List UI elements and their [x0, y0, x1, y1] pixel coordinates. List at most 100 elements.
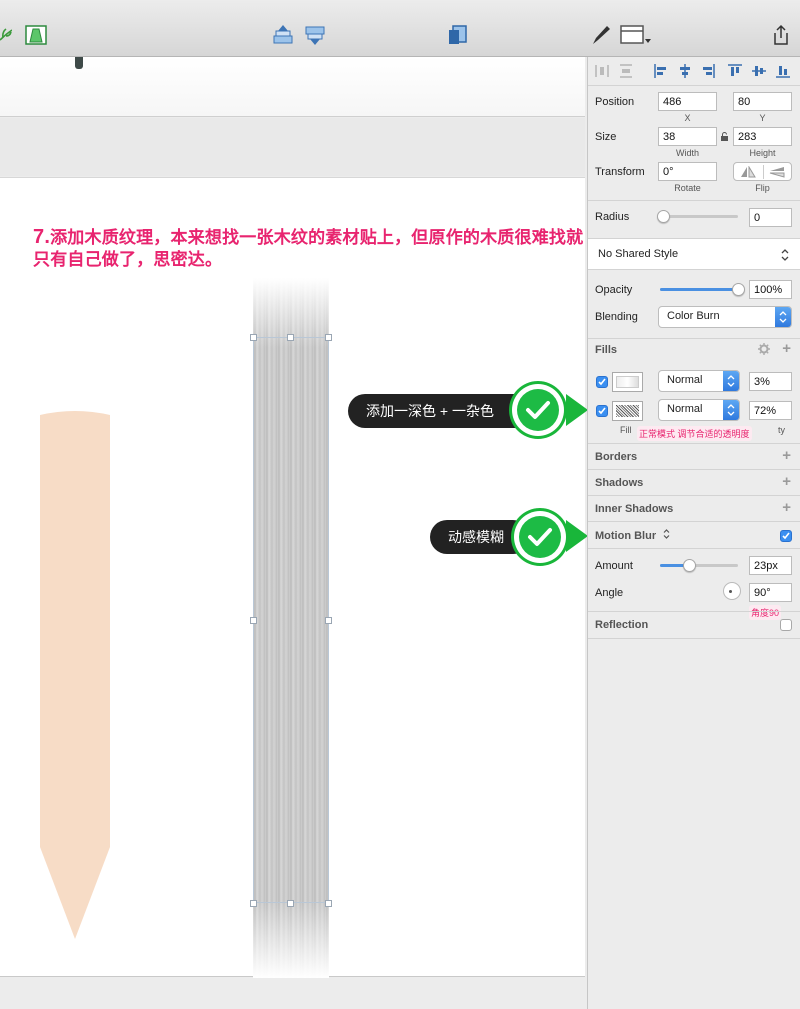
chevron-updown-icon	[663, 529, 670, 539]
fill-2-checkbox[interactable]	[596, 405, 608, 417]
radius-input[interactable]	[749, 208, 792, 227]
fill-1-swatch[interactable]	[612, 372, 643, 392]
angle-input[interactable]	[749, 583, 792, 602]
blending-label: Blending	[595, 311, 638, 323]
chevron-updown-icon	[723, 400, 739, 420]
radius-slider-knob[interactable]	[657, 210, 670, 223]
align-center-icon[interactable]	[678, 64, 692, 78]
resize-handle[interactable]	[250, 334, 257, 341]
add-border-button[interactable]: +	[782, 447, 791, 464]
motion-blur-checkbox[interactable]	[780, 530, 792, 542]
position-label: Position	[595, 96, 635, 108]
blur-fade-bottom	[253, 900, 329, 978]
flip-vertical-icon[interactable]	[769, 166, 785, 178]
chevron-updown-icon	[723, 371, 739, 391]
tutorial-step-text: 7.添加木质纹理，本来想找一张木纹的素材贴上，但原作的木质很难找就只有自己做了，…	[33, 226, 593, 271]
align-left-icon[interactable]	[654, 64, 668, 78]
resize-handle[interactable]	[325, 334, 332, 341]
fill-1-mode: Normal	[667, 374, 703, 386]
toolbar	[0, 0, 800, 57]
add-inner-shadow-button[interactable]: +	[782, 499, 791, 516]
inner-shadows-title: Inner Shadows	[595, 503, 674, 515]
divider	[588, 611, 800, 612]
callout-arrow	[566, 520, 588, 552]
position-x-input[interactable]	[658, 92, 717, 111]
mask-shape-icon[interactable]	[25, 24, 47, 46]
resize-handle[interactable]	[287, 900, 294, 907]
resize-handle[interactable]	[250, 617, 257, 624]
align-bottom-icon[interactable]	[776, 64, 790, 78]
fill-annotation: 正常模式 调节合适的透明度	[637, 426, 752, 441]
shadows-title: Shadows	[595, 477, 644, 489]
lock-icon[interactable]	[721, 132, 728, 141]
radius-slider-track[interactable]	[660, 215, 738, 218]
gear-icon[interactable]	[758, 343, 770, 355]
move-forward-icon[interactable]	[272, 24, 294, 46]
fill-2-mode: Normal	[667, 403, 703, 415]
amount-slider-knob[interactable]	[683, 559, 696, 572]
x-label: X	[684, 113, 691, 123]
blending-dropdown[interactable]: Color Burn	[658, 306, 792, 328]
chevron-updown-icon	[781, 249, 789, 261]
fill-1-blend-dropdown[interactable]: Normal	[658, 370, 740, 392]
y-label: Y	[759, 113, 766, 123]
chevron-updown-icon	[775, 307, 791, 327]
opacity-label: Opacity	[595, 284, 633, 296]
pen-icon[interactable]	[590, 24, 612, 46]
flip-buttons[interactable]	[733, 162, 792, 181]
opacity-sublabel-tail: ty	[778, 425, 786, 435]
share-icon[interactable]	[770, 24, 792, 46]
pencil-shape[interactable]	[40, 407, 110, 939]
flip-label: Flip	[755, 183, 770, 193]
fill-2-opacity-input[interactable]	[749, 401, 792, 420]
alignment-toolbar	[588, 57, 800, 86]
fills-title: Fills	[595, 344, 618, 356]
divider	[588, 469, 800, 470]
resize-handle[interactable]	[250, 900, 257, 907]
fill-1-opacity-input[interactable]	[749, 372, 792, 391]
opacity-input[interactable]	[749, 280, 792, 299]
blending-value: Color Burn	[667, 310, 720, 322]
align-right-icon[interactable]	[701, 64, 715, 78]
view-icon[interactable]	[620, 24, 652, 46]
position-y-input[interactable]	[733, 92, 792, 111]
divider	[588, 200, 800, 201]
angle-dial[interactable]	[723, 582, 741, 600]
resize-handle[interactable]	[325, 617, 332, 624]
fill-2-noise-swatch[interactable]	[612, 401, 643, 421]
divider	[588, 495, 800, 496]
amount-input[interactable]	[749, 556, 792, 575]
motion-blur-dropdown[interactable]: Motion Blur	[595, 529, 670, 542]
fill-1-checkbox[interactable]	[596, 376, 608, 388]
resize-handle[interactable]	[325, 900, 332, 907]
move-backward-icon[interactable]	[304, 24, 326, 46]
add-fill-button[interactable]: +	[782, 340, 791, 357]
callout-noise-text: 添加一深色 + 一杂色	[366, 403, 494, 419]
flip-horizontal-icon[interactable]	[740, 166, 756, 178]
leaf-icon[interactable]	[0, 26, 12, 44]
width-input[interactable]	[658, 127, 717, 146]
align-top-icon[interactable]	[728, 64, 742, 78]
mirror-icon[interactable]	[447, 24, 469, 46]
borders-title: Borders	[595, 451, 638, 463]
inspector-panel: Position X Y Size Width Height Transform…	[587, 57, 800, 1009]
height-input[interactable]	[733, 127, 792, 146]
opacity-slider-fill	[660, 288, 738, 291]
add-shadow-button[interactable]: +	[782, 473, 791, 490]
distribute-horizontal-icon[interactable]	[595, 64, 609, 78]
angle-label: Angle	[595, 587, 624, 599]
divider	[588, 548, 800, 549]
shared-style-dropdown[interactable]: No Shared Style	[588, 238, 800, 270]
fill-label: Fill	[620, 425, 632, 435]
callout-blur-text: 动感模糊	[448, 529, 504, 545]
fill-2-blend-dropdown[interactable]: Normal	[658, 399, 740, 421]
callout-arrow	[566, 394, 588, 426]
transform-label: Transform	[595, 166, 645, 178]
selection-box	[253, 337, 329, 903]
align-middle-icon[interactable]	[752, 64, 766, 78]
reflection-checkbox[interactable]	[780, 619, 792, 631]
resize-handle[interactable]	[287, 334, 294, 341]
distribute-vertical-icon[interactable]	[619, 64, 633, 78]
opacity-slider-knob[interactable]	[732, 283, 745, 296]
rotate-input[interactable]	[658, 162, 717, 181]
